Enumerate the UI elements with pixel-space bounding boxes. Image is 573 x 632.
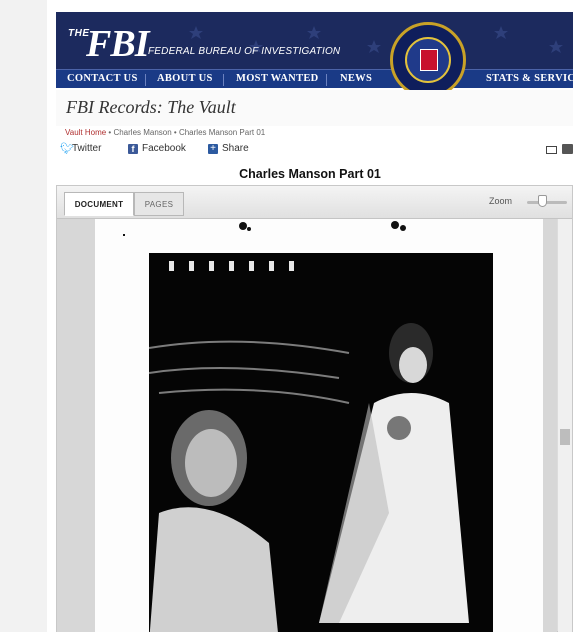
nav-stats-services[interactable]: STATS & SERVICES xyxy=(486,73,573,84)
viewer-toolbar: DOCUMENT PAGES Zoom xyxy=(57,186,572,219)
nav-contact-us[interactable]: CONTACT US xyxy=(67,73,138,84)
tab-pages[interactable]: PAGES xyxy=(134,192,184,216)
twitter-icon: 🐦︎ xyxy=(60,142,74,155)
facebook-label: Facebook xyxy=(142,143,186,154)
main-nav: CONTACT US ABOUT US MOST WANTED NEWS STA… xyxy=(56,69,573,88)
viewer-scrollbar[interactable] xyxy=(558,219,572,632)
breadcrumb-home[interactable]: Vault Home xyxy=(65,128,106,137)
scrollbar-thumb[interactable] xyxy=(560,429,570,445)
share-icon: + xyxy=(208,143,218,154)
nav-news[interactable]: NEWS xyxy=(340,73,372,84)
twitter-button[interactable]: 🐦︎ Twitter xyxy=(60,143,101,154)
logo-fbi: FBI xyxy=(86,23,149,65)
tab-document[interactable]: DOCUMENT xyxy=(64,192,134,216)
fbi-header: THE FBI FEDERAL BUREAU OF INVESTIGATION … xyxy=(56,12,573,88)
document-page xyxy=(95,219,543,632)
nav-about-us[interactable]: ABOUT US xyxy=(157,73,213,84)
print-icon[interactable] xyxy=(562,144,573,154)
share-button[interactable]: + Share xyxy=(208,143,249,154)
breadcrumb: Vault Home • Charles Manson • Charles Ma… xyxy=(65,128,266,137)
share-bar: 🐦︎ Twitter f Facebook + Share xyxy=(60,143,573,157)
breadcrumb-current: Charles Manson Part 01 xyxy=(178,128,266,137)
zoom-label: Zoom xyxy=(489,196,513,206)
twitter-label: Twitter xyxy=(72,143,102,154)
fbi-seal-icon xyxy=(390,22,466,98)
email-icon[interactable] xyxy=(546,146,557,154)
vault-title[interactable]: FBI Records: The Vault xyxy=(66,97,236,118)
photograph-image xyxy=(149,253,493,632)
document-viewer: DOCUMENT PAGES Zoom xyxy=(56,185,573,632)
document-title: Charles Manson Part 01 xyxy=(239,167,381,181)
breadcrumb-parent[interactable]: Charles Manson xyxy=(113,128,171,137)
facebook-icon: f xyxy=(128,143,138,154)
page: THE FBI FEDERAL BUREAU OF INVESTIGATION … xyxy=(47,0,573,632)
nav-most-wanted[interactable]: MOST WANTED xyxy=(236,73,319,84)
share-label: Share xyxy=(222,143,249,154)
document-page-area[interactable] xyxy=(57,219,557,632)
logo-subtitle: FEDERAL BUREAU OF INVESTIGATION xyxy=(148,46,341,57)
photograph xyxy=(149,253,493,632)
zoom-slider-handle[interactable] xyxy=(538,195,547,207)
facebook-button[interactable]: f Facebook xyxy=(128,143,186,154)
zoom-slider[interactable] xyxy=(527,201,567,204)
